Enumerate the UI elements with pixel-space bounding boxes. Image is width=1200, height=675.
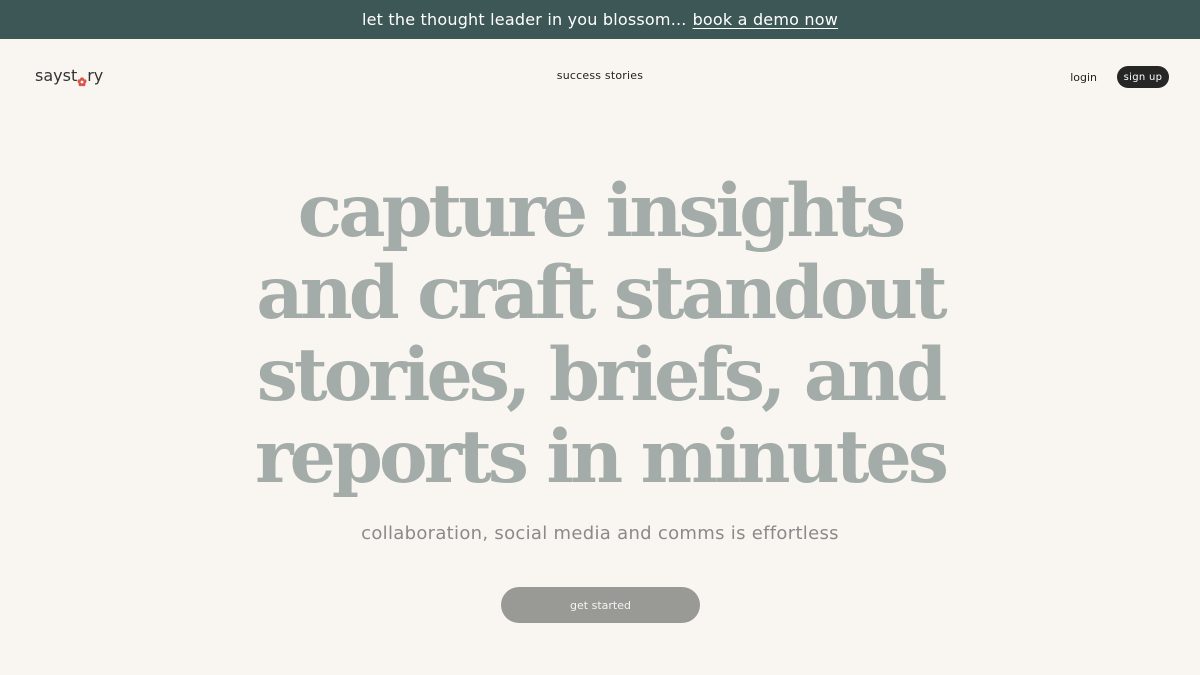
hero-headline: capture insights and craft standout stor…	[0, 170, 1200, 498]
nav-success-stories[interactable]: success stories	[557, 69, 643, 82]
sign-up-button[interactable]: sign up	[1117, 66, 1169, 88]
login-link[interactable]: login	[1070, 71, 1097, 84]
book-demo-link[interactable]: book a demo now	[693, 10, 838, 29]
headline-line: capture insights	[297, 168, 906, 254]
hero-section: capture insights and craft standout stor…	[0, 170, 1200, 498]
announcement-banner: let the thought leader in you blossom...…	[0, 0, 1200, 39]
headline-line: stories, briefs, and	[256, 332, 948, 418]
auth-nav: login sign up	[1070, 66, 1169, 88]
headline-line: and craft standout	[256, 250, 947, 336]
hero-subheadline: collaboration, social media and comms is…	[361, 523, 839, 544]
banner-text: let the thought leader in you blossom...	[361, 10, 687, 29]
site-header: sayst ry success stories login sign up	[0, 39, 1200, 117]
get-started-button[interactable]: get started	[501, 587, 700, 623]
main-nav: success stories	[0, 69, 1200, 82]
headline-line: reports in minutes	[255, 414, 949, 500]
